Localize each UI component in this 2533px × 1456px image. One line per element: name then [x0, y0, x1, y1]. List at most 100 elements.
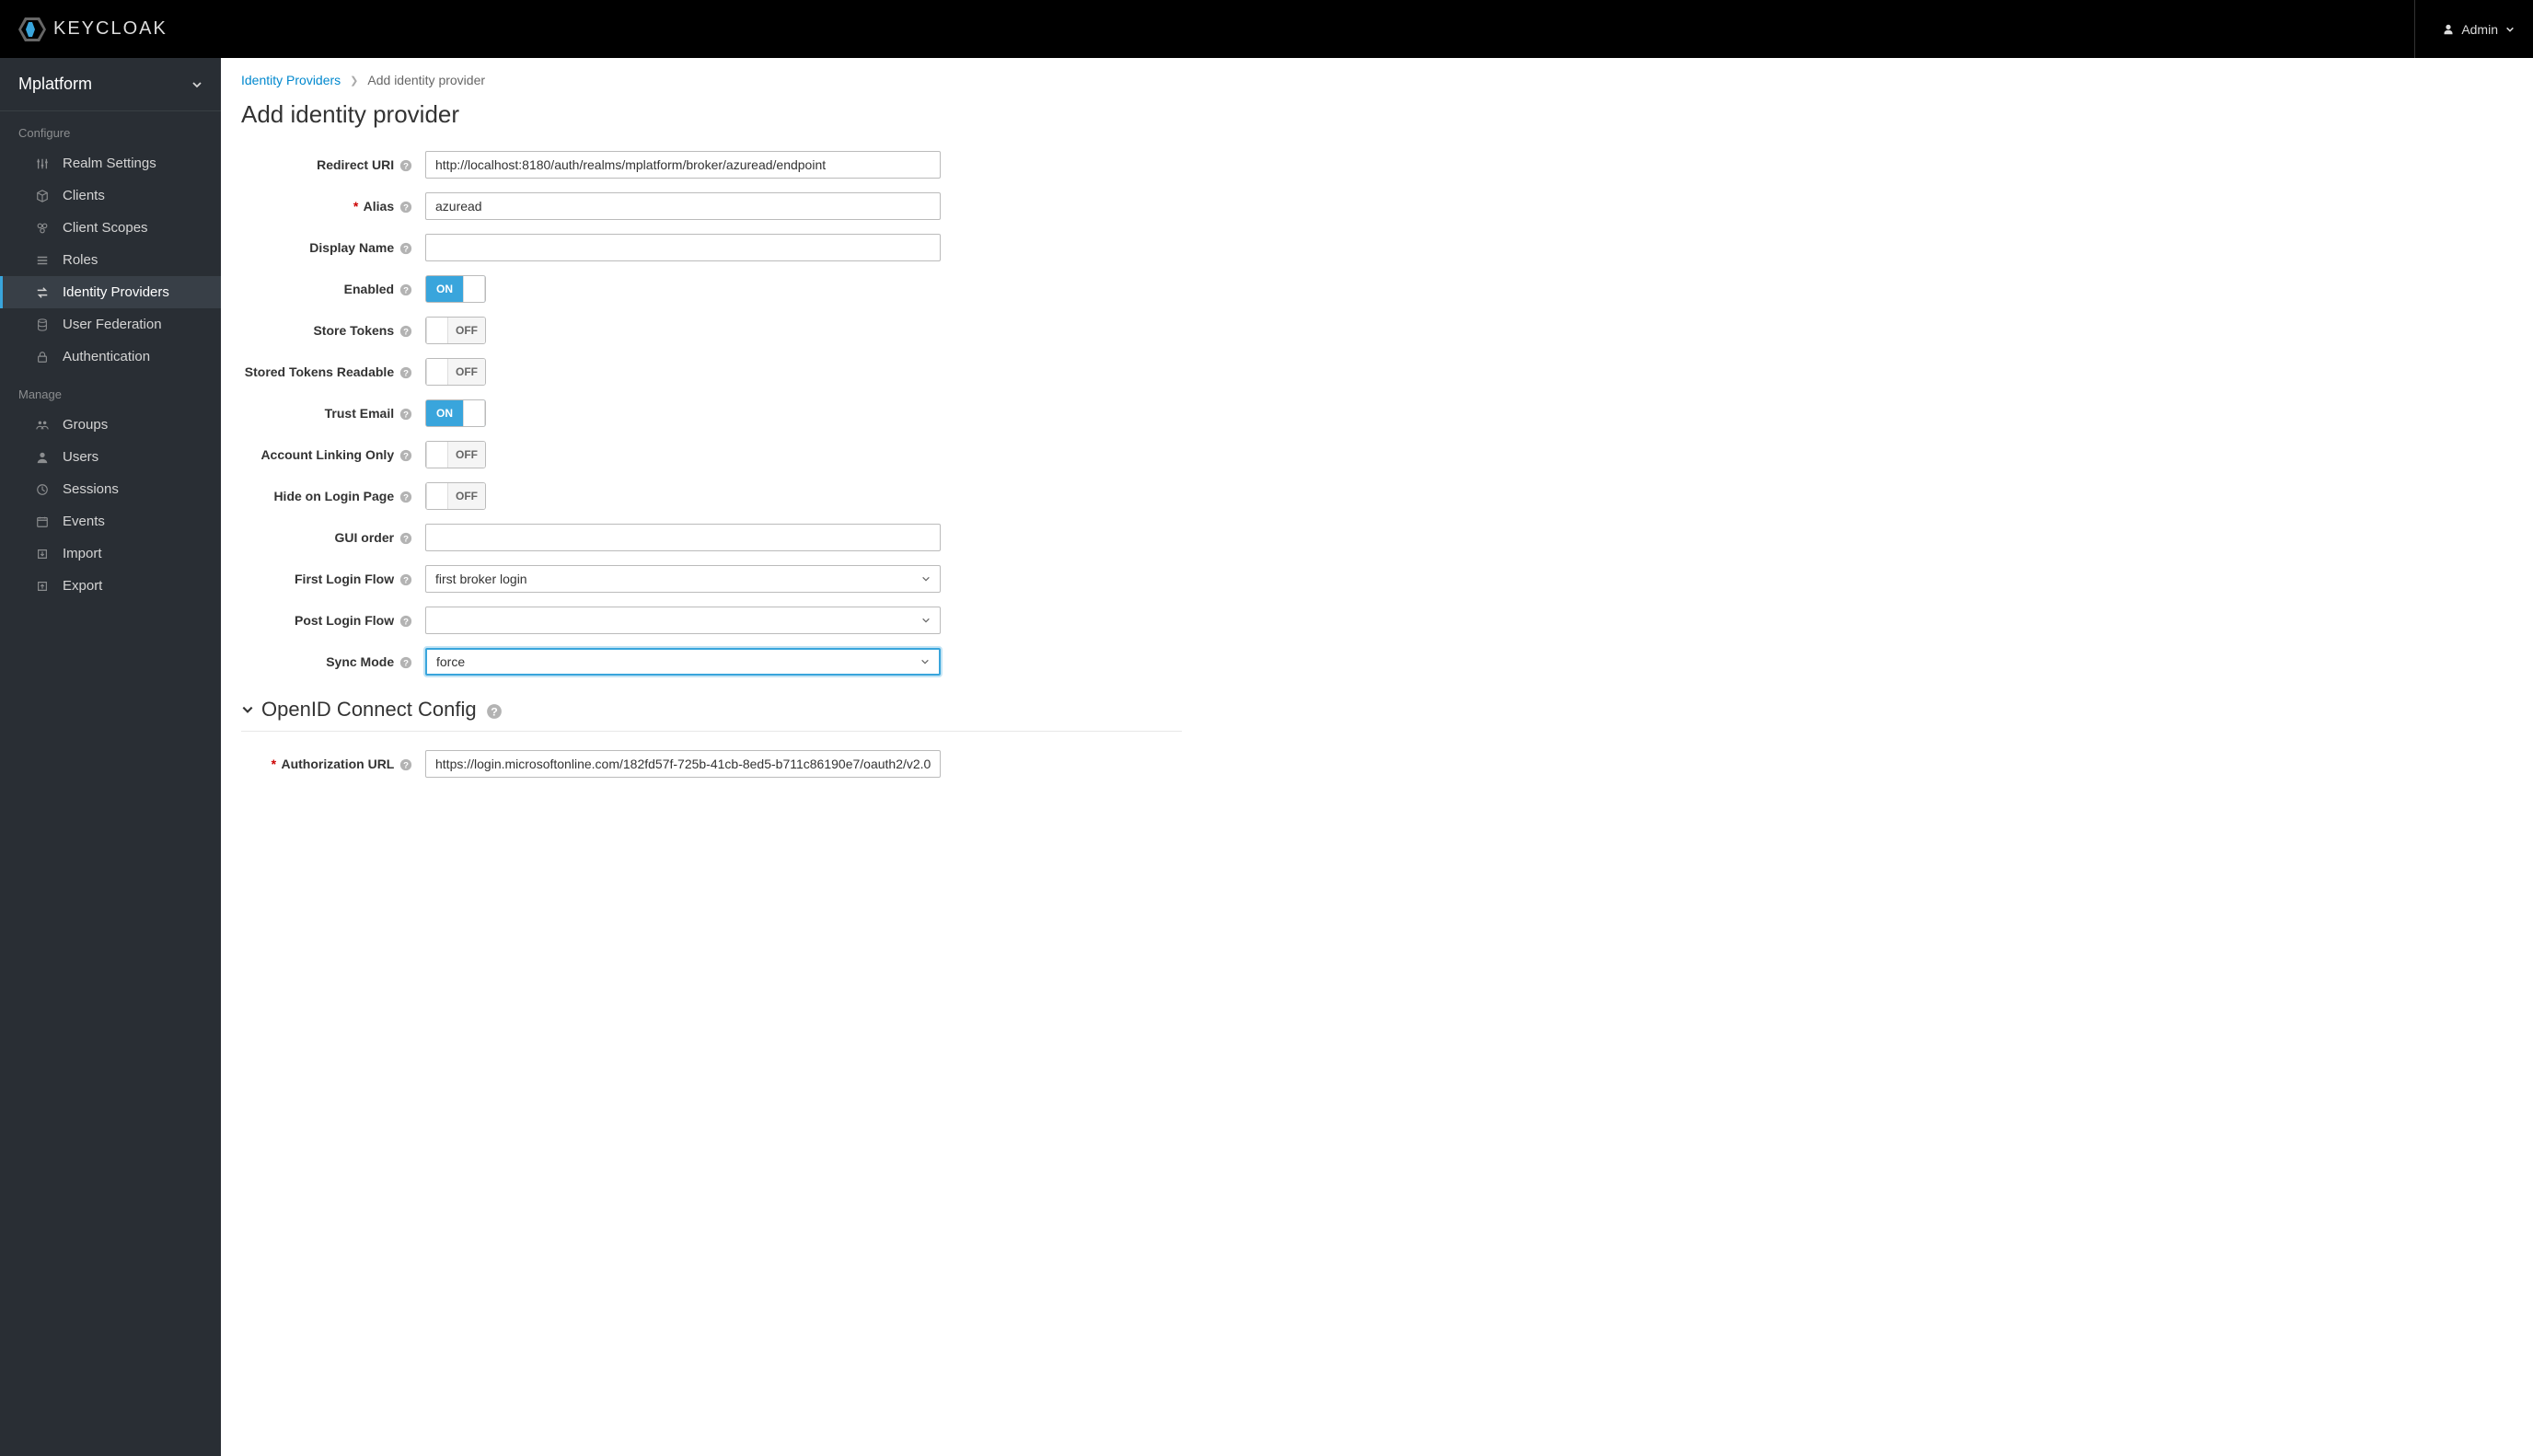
realm-selector[interactable]: Mplatform [0, 58, 221, 111]
sliders-icon [35, 156, 50, 171]
sidebar-item-label: Sessions [63, 481, 119, 497]
sidebar-item-label: User Federation [63, 317, 162, 332]
realm-name: Mplatform [18, 75, 92, 94]
account-linking-only-label: Account Linking Only [260, 447, 394, 462]
sidebar-item-export[interactable]: Export [0, 570, 221, 602]
svg-text:?: ? [403, 535, 409, 545]
help-icon[interactable]: ? [399, 615, 412, 628]
redirect-uri-input[interactable] [425, 151, 941, 179]
sidebar-item-label: Client Scopes [63, 220, 148, 236]
sidebar-item-roles[interactable]: Roles [0, 244, 221, 276]
sidebar-item-authentication[interactable]: Authentication [0, 341, 221, 373]
account-linking-only-toggle[interactable]: OFF [425, 441, 486, 468]
help-icon[interactable]: ? [399, 159, 412, 172]
export-icon [35, 579, 50, 594]
user-menu[interactable]: Admin [2414, 0, 2515, 58]
help-icon[interactable]: ? [399, 366, 412, 379]
help-icon[interactable]: ? [399, 656, 412, 669]
svg-text:?: ? [403, 162, 409, 172]
store-tokens-toggle[interactable]: OFF [425, 317, 486, 344]
sidebar-item-users[interactable]: Users [0, 441, 221, 473]
keycloak-logo-icon [18, 17, 46, 41]
hide-on-login-page-toggle[interactable]: OFF [425, 482, 486, 510]
logo-text: KEYCLOAK [53, 18, 168, 40]
toggle-knob [426, 318, 448, 343]
svg-text:?: ? [403, 328, 409, 338]
toggle-knob [426, 442, 448, 468]
toggle-off-label: OFF [448, 442, 485, 468]
enabled-toggle[interactable]: ON [425, 275, 486, 303]
svg-text:?: ? [403, 618, 409, 628]
section-divider [241, 731, 1182, 732]
alias-input[interactable] [425, 192, 941, 220]
sidebar-item-client-scopes[interactable]: Client Scopes [0, 212, 221, 244]
help-icon[interactable]: ? [399, 408, 412, 421]
authorization-url-input[interactable] [425, 750, 941, 778]
sidebar-item-label: Authentication [63, 349, 150, 364]
scopes-icon [35, 221, 50, 236]
sync-mode-select[interactable]: force [425, 648, 941, 676]
svg-text:?: ? [403, 576, 409, 586]
sidebar-item-import[interactable]: Import [0, 537, 221, 570]
display-name-label: Display Name [309, 240, 394, 255]
nav-section-manage: Manage [0, 373, 221, 409]
help-icon[interactable]: ? [399, 242, 412, 255]
sidebar-item-identity-providers[interactable]: Identity Providers [0, 276, 221, 308]
sidebar-item-user-federation[interactable]: User Federation [0, 308, 221, 341]
sidebar-item-label: Users [63, 449, 98, 465]
help-icon[interactable]: ? [399, 201, 412, 214]
post-login-flow-select[interactable] [425, 607, 941, 634]
user-icon [35, 450, 50, 465]
sidebar-item-label: Roles [63, 252, 98, 268]
trust-email-label: Trust Email [325, 406, 394, 421]
main-content: Identity Providers ❯ Add identity provid… [221, 58, 2533, 1456]
svg-text:?: ? [403, 369, 409, 379]
toggle-off-label: OFF [448, 318, 485, 343]
gui-order-input[interactable] [425, 524, 941, 551]
help-icon[interactable]: ? [399, 532, 412, 545]
oidc-config-section-header[interactable]: OpenID Connect Config ? [241, 698, 1182, 722]
user-label: Admin [2461, 22, 2498, 37]
first-login-flow-select[interactable]: first broker login [425, 565, 941, 593]
svg-text:?: ? [403, 245, 409, 255]
oidc-config-title: OpenID Connect Config [261, 698, 477, 722]
sync-mode-label: Sync Mode [326, 654, 394, 669]
help-icon[interactable]: ? [399, 573, 412, 586]
groups-icon [35, 418, 50, 433]
help-icon[interactable]: ? [399, 758, 412, 771]
help-icon[interactable]: ? [399, 491, 412, 503]
sidebar-item-label: Groups [63, 417, 108, 433]
help-icon[interactable]: ? [399, 283, 412, 296]
display-name-input[interactable] [425, 234, 941, 261]
svg-text:?: ? [403, 659, 409, 669]
help-icon[interactable]: ? [486, 701, 503, 718]
sidebar-item-label: Realm Settings [63, 156, 156, 171]
svg-text:?: ? [403, 286, 409, 296]
logo: KEYCLOAK [18, 17, 168, 41]
toggle-knob [426, 359, 448, 385]
sidebar: Mplatform Configure Realm Settings Clien… [0, 58, 221, 1456]
app-header: KEYCLOAK Admin [0, 0, 2533, 58]
clock-icon [35, 482, 50, 497]
sidebar-item-sessions[interactable]: Sessions [0, 473, 221, 505]
toggle-off-label: OFF [448, 483, 485, 509]
help-icon[interactable]: ? [399, 325, 412, 338]
import-icon [35, 547, 50, 561]
help-icon[interactable]: ? [399, 449, 412, 462]
toggle-off-label: OFF [448, 359, 485, 385]
sidebar-item-clients[interactable]: Clients [0, 179, 221, 212]
page-title: Add identity provider [241, 100, 2513, 129]
stored-tokens-readable-label: Stored Tokens Readable [245, 364, 394, 379]
sidebar-item-realm-settings[interactable]: Realm Settings [0, 147, 221, 179]
database-icon [35, 318, 50, 332]
sidebar-item-events[interactable]: Events [0, 505, 221, 537]
user-icon [2443, 24, 2454, 35]
sidebar-item-label: Identity Providers [63, 284, 169, 300]
trust-email-toggle[interactable]: ON [425, 399, 486, 427]
breadcrumb-root-link[interactable]: Identity Providers [241, 73, 341, 87]
hide-on-login-page-label: Hide on Login Page [273, 489, 394, 503]
stored-tokens-readable-toggle[interactable]: OFF [425, 358, 486, 386]
sidebar-item-groups[interactable]: Groups [0, 409, 221, 441]
exchange-icon [35, 285, 50, 300]
lock-icon [35, 350, 50, 364]
